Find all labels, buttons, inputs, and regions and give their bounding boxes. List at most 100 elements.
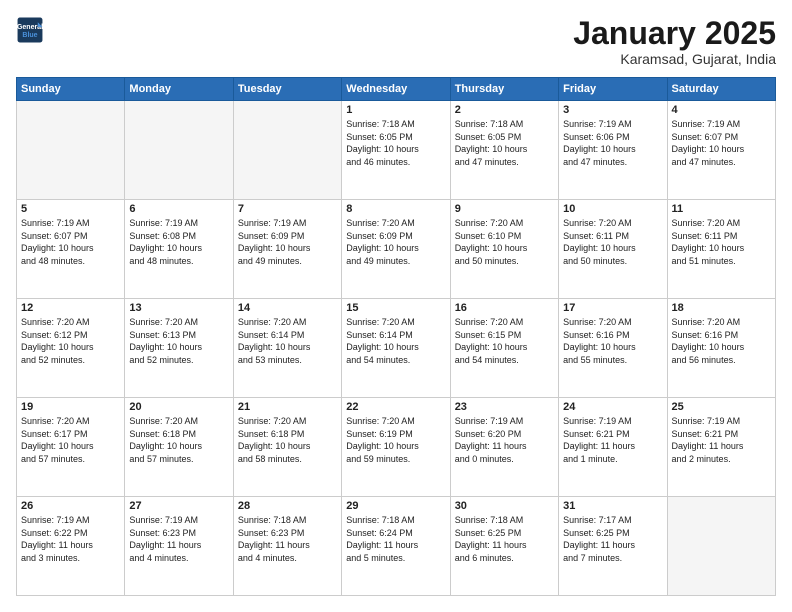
day-number: 6 bbox=[129, 203, 228, 215]
day-number: 24 bbox=[563, 401, 662, 413]
week-row-3: 12 Sunrise: 7:20 AM Sunset: 6:12 PM Dayli… bbox=[17, 299, 776, 398]
day-info: Sunrise: 7:20 AM Sunset: 6:11 PM Dayligh… bbox=[672, 217, 771, 267]
cell-w3-d5: 17Sunrise: 7:20 AM Sunset: 6:16 PM Dayli… bbox=[559, 299, 667, 398]
day-info: Sunrise: 7:20 AM Sunset: 6:19 PM Dayligh… bbox=[346, 415, 445, 465]
day-info: Sunrise: 7:19 AM Sunset: 6:20 PM Dayligh… bbox=[455, 415, 554, 465]
day-info: Sunrise: 7:20 AM Sunset: 6:10 PM Dayligh… bbox=[455, 217, 554, 267]
day-number: 19 bbox=[21, 401, 120, 413]
day-number: 1 bbox=[346, 104, 445, 116]
cell-w3-d0: 12 Sunrise: 7:20 AM Sunset: 6:12 PM Dayli… bbox=[17, 299, 125, 398]
day-info: Sunrise: 7:19 AM Sunset: 6:21 PM Dayligh… bbox=[563, 415, 662, 465]
day-number: 7 bbox=[238, 203, 337, 215]
day-info: Sunrise: 7:19 AM Sunset: 6:08 PM Dayligh… bbox=[129, 217, 228, 267]
week-row-4: 19 Sunrise: 7:20 AM Sunset: 6:17 PM Dayli… bbox=[17, 398, 776, 497]
cell-w2-d5: 10 Sunrise: 7:20 AM Sunset: 6:11 PM Dayli… bbox=[559, 200, 667, 299]
day-number: 9 bbox=[455, 203, 554, 215]
logo-icon: General Blue bbox=[16, 16, 44, 44]
week-row-1: 1 Sunrise: 7:18 AM Sunset: 6:05 PM Daylig… bbox=[17, 101, 776, 200]
day-number: 20 bbox=[129, 401, 228, 413]
day-info: Sunrise: 7:20 AM Sunset: 6:09 PM Dayligh… bbox=[346, 217, 445, 267]
col-thursday: Thursday bbox=[450, 78, 558, 101]
day-info: Sunrise: 7:20 AM Sunset: 6:12 PM Dayligh… bbox=[21, 316, 120, 366]
day-number: 21 bbox=[238, 401, 337, 413]
day-number: 15 bbox=[346, 302, 445, 314]
header: General Blue January 2025 Karamsad, Guja… bbox=[16, 16, 776, 67]
page: General Blue January 2025 Karamsad, Guja… bbox=[0, 0, 792, 612]
day-number: 22 bbox=[346, 401, 445, 413]
day-info: Sunrise: 7:18 AM Sunset: 6:24 PM Dayligh… bbox=[346, 514, 445, 564]
day-number: 28 bbox=[238, 500, 337, 512]
day-info: Sunrise: 7:19 AM Sunset: 6:23 PM Dayligh… bbox=[129, 514, 228, 564]
cell-w2-d1: 6 Sunrise: 7:19 AM Sunset: 6:08 PM Daylig… bbox=[125, 200, 233, 299]
title-block: January 2025 Karamsad, Gujarat, India bbox=[573, 16, 776, 67]
day-info: Sunrise: 7:18 AM Sunset: 6:05 PM Dayligh… bbox=[455, 118, 554, 168]
col-sunday: Sunday bbox=[17, 78, 125, 101]
cell-w1-d5: 3Sunrise: 7:19 AM Sunset: 6:06 PM Daylig… bbox=[559, 101, 667, 200]
cell-w4-d6: 25 Sunrise: 7:19 AM Sunset: 6:21 PM Dayli… bbox=[667, 398, 775, 497]
cell-w1-d6: 4 Sunrise: 7:19 AM Sunset: 6:07 PM Daylig… bbox=[667, 101, 775, 200]
svg-text:Blue: Blue bbox=[22, 32, 37, 39]
cell-w1-d0 bbox=[17, 101, 125, 200]
col-friday: Friday bbox=[559, 78, 667, 101]
day-info: Sunrise: 7:20 AM Sunset: 6:16 PM Dayligh… bbox=[563, 316, 662, 366]
day-number: 31 bbox=[563, 500, 662, 512]
day-number: 8 bbox=[346, 203, 445, 215]
location: Karamsad, Gujarat, India bbox=[573, 51, 776, 67]
cell-w1-d4: 2 Sunrise: 7:18 AM Sunset: 6:05 PM Daylig… bbox=[450, 101, 558, 200]
cell-w5-d5: 31 Sunrise: 7:17 AM Sunset: 6:25 PM Dayli… bbox=[559, 497, 667, 596]
week-row-5: 26 Sunrise: 7:19 AM Sunset: 6:22 PM Dayli… bbox=[17, 497, 776, 596]
cell-w5-d1: 27 Sunrise: 7:19 AM Sunset: 6:23 PM Dayli… bbox=[125, 497, 233, 596]
day-number: 25 bbox=[672, 401, 771, 413]
cell-w5-d2: 28 Sunrise: 7:18 AM Sunset: 6:23 PM Dayli… bbox=[233, 497, 341, 596]
cell-w3-d6: 18 Sunrise: 7:20 AM Sunset: 6:16 PM Dayli… bbox=[667, 299, 775, 398]
day-info: Sunrise: 7:19 AM Sunset: 6:22 PM Dayligh… bbox=[21, 514, 120, 564]
cell-w3-d3: 15 Sunrise: 7:20 AM Sunset: 6:14 PM Dayli… bbox=[342, 299, 450, 398]
day-info: Sunrise: 7:20 AM Sunset: 6:14 PM Dayligh… bbox=[238, 316, 337, 366]
day-info: Sunrise: 7:20 AM Sunset: 6:18 PM Dayligh… bbox=[238, 415, 337, 465]
cell-w2-d2: 7 Sunrise: 7:19 AM Sunset: 6:09 PM Daylig… bbox=[233, 200, 341, 299]
day-info: Sunrise: 7:20 AM Sunset: 6:17 PM Dayligh… bbox=[21, 415, 120, 465]
day-info: Sunrise: 7:18 AM Sunset: 6:23 PM Dayligh… bbox=[238, 514, 337, 564]
day-number: 12 bbox=[21, 302, 120, 314]
cell-w5-d6 bbox=[667, 497, 775, 596]
day-info: Sunrise: 7:20 AM Sunset: 6:16 PM Dayligh… bbox=[672, 316, 771, 366]
day-info: Sunrise: 7:19 AM Sunset: 6:06 PM Dayligh… bbox=[563, 118, 662, 168]
day-info: Sunrise: 7:19 AM Sunset: 6:07 PM Dayligh… bbox=[21, 217, 120, 267]
day-number: 30 bbox=[455, 500, 554, 512]
day-number: 10 bbox=[563, 203, 662, 215]
calendar-table: Sunday Monday Tuesday Wednesday Thursday… bbox=[16, 77, 776, 596]
cell-w1-d1 bbox=[125, 101, 233, 200]
cell-w2-d0: 5Sunrise: 7:19 AM Sunset: 6:07 PM Daylig… bbox=[17, 200, 125, 299]
day-number: 14 bbox=[238, 302, 337, 314]
cell-w4-d4: 23Sunrise: 7:19 AM Sunset: 6:20 PM Dayli… bbox=[450, 398, 558, 497]
day-info: Sunrise: 7:20 AM Sunset: 6:11 PM Dayligh… bbox=[563, 217, 662, 267]
cell-w4-d5: 24 Sunrise: 7:19 AM Sunset: 6:21 PM Dayli… bbox=[559, 398, 667, 497]
day-info: Sunrise: 7:20 AM Sunset: 6:15 PM Dayligh… bbox=[455, 316, 554, 366]
cell-w2-d4: 9 Sunrise: 7:20 AM Sunset: 6:10 PM Daylig… bbox=[450, 200, 558, 299]
cell-w3-d2: 14 Sunrise: 7:20 AM Sunset: 6:14 PM Dayli… bbox=[233, 299, 341, 398]
cell-w5-d3: 29 Sunrise: 7:18 AM Sunset: 6:24 PM Dayli… bbox=[342, 497, 450, 596]
day-info: Sunrise: 7:19 AM Sunset: 6:07 PM Dayligh… bbox=[672, 118, 771, 168]
day-info: Sunrise: 7:17 AM Sunset: 6:25 PM Dayligh… bbox=[563, 514, 662, 564]
day-number: 27 bbox=[129, 500, 228, 512]
cell-w4-d3: 22 Sunrise: 7:20 AM Sunset: 6:19 PM Dayli… bbox=[342, 398, 450, 497]
day-info: Sunrise: 7:20 AM Sunset: 6:14 PM Dayligh… bbox=[346, 316, 445, 366]
day-info: Sunrise: 7:19 AM Sunset: 6:09 PM Dayligh… bbox=[238, 217, 337, 267]
cell-w4-d2: 21 Sunrise: 7:20 AM Sunset: 6:18 PM Dayli… bbox=[233, 398, 341, 497]
month-title: January 2025 bbox=[573, 16, 776, 51]
week-row-2: 5Sunrise: 7:19 AM Sunset: 6:07 PM Daylig… bbox=[17, 200, 776, 299]
header-row: Sunday Monday Tuesday Wednesday Thursday… bbox=[17, 78, 776, 101]
day-info: Sunrise: 7:20 AM Sunset: 6:13 PM Dayligh… bbox=[129, 316, 228, 366]
day-number: 16 bbox=[455, 302, 554, 314]
day-info: Sunrise: 7:20 AM Sunset: 6:18 PM Dayligh… bbox=[129, 415, 228, 465]
day-number: 26 bbox=[21, 500, 120, 512]
cell-w1-d2 bbox=[233, 101, 341, 200]
cell-w5-d4: 30Sunrise: 7:18 AM Sunset: 6:25 PM Dayli… bbox=[450, 497, 558, 596]
day-number: 18 bbox=[672, 302, 771, 314]
day-info: Sunrise: 7:19 AM Sunset: 6:21 PM Dayligh… bbox=[672, 415, 771, 465]
day-number: 29 bbox=[346, 500, 445, 512]
cell-w1-d3: 1Sunrise: 7:18 AM Sunset: 6:05 PM Daylig… bbox=[342, 101, 450, 200]
day-number: 4 bbox=[672, 104, 771, 116]
cell-w3-d4: 16 Sunrise: 7:20 AM Sunset: 6:15 PM Dayli… bbox=[450, 299, 558, 398]
day-number: 2 bbox=[455, 104, 554, 116]
